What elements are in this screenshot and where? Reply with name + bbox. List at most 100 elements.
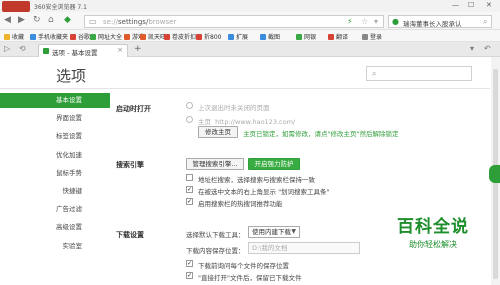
- bookmark-icon: [140, 34, 146, 40]
- sidebar-item[interactable]: 广告过滤: [0, 202, 110, 217]
- sidebar-item[interactable]: 鼠标手势: [0, 166, 110, 181]
- bookmark-item[interactable]: 卷皮折扣: [164, 32, 196, 41]
- bookmark-label: 扩展: [236, 34, 249, 41]
- bookmark-item[interactable]: 手机收藏夹: [30, 32, 68, 41]
- bookmark-icon: [90, 34, 96, 40]
- enable-protection-button[interactable]: 开启强力防护: [248, 158, 300, 170]
- bookmark-icon: [228, 34, 234, 40]
- download-opt2-checkbox[interactable]: ✓: [186, 272, 193, 279]
- startup-home-radio[interactable]: [186, 116, 193, 123]
- refresh-icon[interactable]: ↻: [33, 15, 41, 26]
- sidebar-item[interactable]: 高级设置: [0, 220, 110, 235]
- bookmark-item[interactable]: 谷歌: [70, 32, 90, 41]
- bookmark-label: 网银: [304, 34, 317, 41]
- shield-icon[interactable]: ◆: [64, 15, 71, 26]
- sidebar-item[interactable]: 快捷键: [0, 184, 110, 199]
- search-opt1-label: 地址栏搜索，选择搜索与搜索栏保持一致: [198, 176, 315, 184]
- home-locked-hint: 主页已锁定，如需修改，请点"修改主页"然后解除锁定: [243, 130, 399, 138]
- page-icon: ▭: [89, 17, 97, 26]
- search-engine-section-label: 搜索引擎: [116, 161, 144, 169]
- modify-home-button[interactable]: 修改主页: [198, 126, 238, 138]
- settings-page: 选项 ⌕ 基本设置 界面设置 标签设置 优化加速 鼠标手势 快捷键 广告过滤 高级设置 实验室 …: [0, 57, 500, 285]
- sidebar-item[interactable]: 优化加速: [0, 148, 110, 163]
- bookmark-icon: [30, 34, 36, 40]
- minimize-button[interactable]: —: [452, 1, 459, 9]
- bookmark-label: 登录: [370, 34, 383, 41]
- watermark-sub: 助你轻松解决: [409, 240, 457, 249]
- download-opt1-label: 下载前询问每个文件的保存位置: [198, 262, 289, 270]
- sidebar-item[interactable]: 标签设置: [0, 129, 110, 144]
- tab-options[interactable]: 选项 - 基本设置 ×: [38, 44, 128, 57]
- download-dir-input[interactable]: D:\我的文档: [248, 242, 360, 254]
- startup-last-radio[interactable]: [186, 102, 193, 109]
- bookmark-icon: [4, 34, 10, 40]
- tab-strip: ▷ ⟲ 选项 - 基本设置 × + ▾ ↶: [0, 42, 500, 57]
- chevron-down-icon: ▼: [291, 228, 296, 235]
- bookmark-item[interactable]: 登录: [362, 32, 382, 41]
- home-icon[interactable]: ⌂: [48, 15, 54, 26]
- maximize-button[interactable]: ☐: [468, 1, 474, 9]
- page-title: 选项: [56, 67, 87, 85]
- bookmark-item[interactable]: 凯天旺: [140, 32, 166, 41]
- download-opt1-checkbox[interactable]: ✓: [186, 260, 193, 267]
- dropdown-icon[interactable]: ▾: [374, 17, 378, 26]
- restore-icon[interactable]: ⟲: [19, 44, 26, 53]
- download-tool-select[interactable]: 使用内建下载 ▼: [248, 226, 300, 238]
- download-tool-label: 选择默认下载工具：: [186, 231, 245, 239]
- tab-list-icon[interactable]: ▾: [470, 44, 474, 53]
- bookmark-label: 折800: [204, 34, 222, 41]
- search-opt2-checkbox[interactable]: ✓: [186, 186, 193, 193]
- bookmark-label: 网址大全: [98, 34, 123, 41]
- watermark-main: 百科全说: [397, 217, 469, 237]
- floating-side-button[interactable]: [489, 165, 500, 183]
- settings-search-input[interactable]: ⌕: [366, 66, 472, 81]
- search-icon[interactable]: ⌕: [483, 17, 487, 27]
- tab-favicon-icon: [43, 48, 49, 54]
- tab-close-icon[interactable]: ×: [117, 46, 123, 54]
- watermark: 百科全说 助你轻松解决: [378, 212, 488, 250]
- download-dir-label: 下载内容保存位置：: [186, 247, 245, 255]
- bookmark-label: 截图: [268, 34, 281, 41]
- new-tab-button[interactable]: +: [134, 44, 142, 54]
- bookmark-item[interactable]: 扩展: [228, 32, 248, 41]
- sidebar-toggle-icon[interactable]: ▷: [4, 44, 10, 53]
- bookmark-item[interactable]: 网址大全: [90, 32, 122, 41]
- startup-home-label: 主页 http://www.hao123.com/: [198, 118, 296, 126]
- startup-section-label: 启动时打开: [116, 105, 151, 113]
- search-opt1-checkbox[interactable]: [186, 174, 193, 181]
- sidebar-item[interactable]: 基本设置: [0, 93, 110, 108]
- sidebar-item[interactable]: 实验室: [0, 239, 110, 254]
- close-window-button[interactable]: ✕: [486, 1, 492, 9]
- search-opt2-label: 在被选中文本的右上角显示 "划词搜索工具条": [198, 188, 330, 196]
- bookmark-icon: [296, 34, 302, 40]
- startup-last-label: 上次退出时未关闭的页面: [198, 104, 270, 112]
- lightning-icon[interactable]: ⚡: [347, 17, 353, 26]
- star-icon[interactable]: ☆: [361, 17, 368, 26]
- bookmark-label: 卷皮折扣: [172, 34, 197, 41]
- search-query: 瑞海董事长入股承认: [403, 20, 462, 28]
- download-section-label: 下载设置: [116, 231, 144, 239]
- bookmark-label: 收藏: [12, 34, 25, 41]
- window-title: 360安全浏览器 7.1: [34, 4, 87, 11]
- forward-icon[interactable]: ▶: [18, 15, 25, 26]
- bookmarks-bar: 收藏 手机收藏夹 谷歌 网址大全 游戏 凯天旺 卷皮折扣 折800 扩展 截图 网银 翻译 登录: [0, 30, 500, 42]
- bookmark-item[interactable]: 网银: [296, 32, 316, 41]
- bookmark-item[interactable]: 翻译: [328, 32, 348, 41]
- bookmark-item[interactable]: 收藏: [4, 32, 24, 41]
- tab-title: 选项 - 基本设置: [52, 49, 98, 57]
- bookmark-icon: [362, 34, 368, 40]
- address-bar[interactable]: ▭ se://settings/browser ⚡ ☆ ▾: [84, 15, 384, 28]
- bookmark-icon: [196, 34, 202, 40]
- back-icon[interactable]: ◀: [4, 15, 11, 26]
- undo-close-icon[interactable]: ↶: [484, 44, 491, 53]
- bookmark-label: 手机收藏夹: [38, 34, 69, 41]
- bookmark-item[interactable]: 折800: [196, 32, 221, 41]
- manage-search-engines-button[interactable]: 管理搜索引擎...: [186, 158, 244, 170]
- search-opt3-checkbox[interactable]: ✓: [186, 198, 193, 205]
- bookmark-label: 翻译: [336, 34, 349, 41]
- download-opt2-label: "直接打开"文件后，保留已下载文件: [198, 274, 302, 282]
- search-box[interactable]: ● 瑞海董事长入股承认 ⌕: [388, 15, 492, 28]
- bookmark-item[interactable]: 截图: [260, 32, 280, 41]
- bookmark-icon: [124, 34, 130, 40]
- sidebar-item[interactable]: 界面设置: [0, 111, 110, 126]
